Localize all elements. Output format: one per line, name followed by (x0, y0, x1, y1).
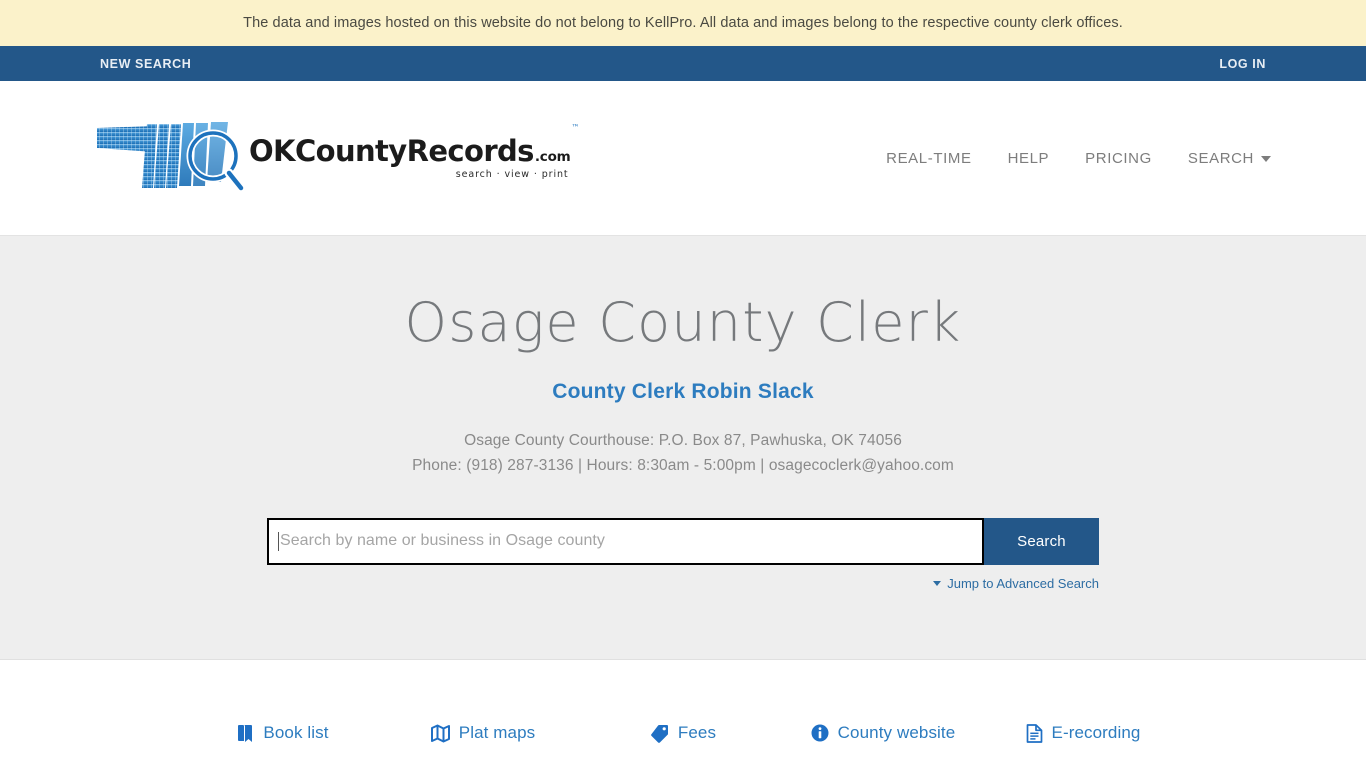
advanced-search-row: Jump to Advanced Search (267, 576, 1099, 591)
document-icon (1026, 723, 1043, 743)
site-logo-link[interactable]: ™ OK County Records .com search · view ·… (95, 116, 580, 201)
quick-links-bar: Book list Plat maps Fees County website … (0, 660, 1366, 768)
quicklink-label: County website (837, 723, 956, 742)
brand-wordmark: ™ OK County Records .com search · view ·… (249, 123, 580, 180)
text-cursor (278, 531, 279, 551)
quicklink-label: Fees (677, 723, 717, 742)
brand-tagline: search · view · print (455, 168, 569, 180)
nav-item-pricing[interactable]: PRICING (1085, 150, 1152, 167)
chevron-down-icon (933, 580, 942, 586)
courthouse-address: Osage County Courthouse: P.O. Box 87, Pa… (464, 432, 902, 450)
nav-item-label: SEARCH (1187, 149, 1254, 167)
nav-item-label: HELP (1007, 149, 1050, 167)
nav-item-real-time[interactable]: REAL-TIME (886, 150, 971, 167)
trademark-symbol: ™ (571, 122, 580, 132)
county-clerk-name: County Clerk Robin Slack (552, 380, 814, 404)
nav-item-search[interactable]: SEARCH (1188, 150, 1271, 167)
brand-dotcom: .com (534, 148, 571, 165)
search-input-placeholder: Search by name or business in Osage coun… (280, 532, 605, 550)
book-icon (237, 724, 254, 743)
search-bar: Search by name or business in Osage coun… (267, 517, 1099, 565)
quicklink-county-website[interactable]: County website (783, 723, 983, 743)
info-circle-icon (811, 724, 829, 742)
notice-text: The data and images hosted on this websi… (243, 15, 1123, 31)
quicklink-e-recording[interactable]: E-recording (983, 723, 1183, 743)
site-notice-banner: The data and images hosted on this websi… (0, 0, 1366, 46)
utility-bar: NEW SEARCH LOG IN (0, 46, 1366, 81)
nav-item-label: PRICING (1085, 149, 1152, 167)
brand-wordmark-row: OK County Records .com (249, 133, 571, 168)
tag-icon (650, 724, 669, 743)
chevron-down-icon (1261, 156, 1271, 162)
nav-item-label: REAL-TIME (886, 149, 972, 167)
jump-to-advanced-search-link[interactable]: Jump to Advanced Search (933, 576, 1099, 591)
nav-item-help[interactable]: HELP (1008, 150, 1050, 167)
quicklink-label: E-recording (1051, 723, 1141, 742)
quicklink-fees[interactable]: Fees (583, 723, 783, 743)
utility-bar-left: NEW SEARCH (100, 57, 191, 71)
log-in-link[interactable]: LOG IN (1219, 57, 1266, 71)
brand-name-records: Records (406, 133, 535, 168)
quicklink-plat-maps[interactable]: Plat maps (383, 723, 583, 743)
hero-section: Osage County Clerk County Clerk Robin Sl… (0, 236, 1366, 660)
map-icon (430, 724, 450, 743)
brand-name-county: County (294, 133, 407, 168)
search-button[interactable]: Search (984, 517, 1099, 565)
quicklink-book-list[interactable]: Book list (183, 723, 383, 743)
brand-name-ok: OK (249, 133, 296, 168)
courthouse-contact: Phone: (918) 287-3136 | Hours: 8:30am - … (412, 457, 954, 475)
advanced-search-label: Jump to Advanced Search (947, 575, 1099, 591)
fanned-pages-logo-icon (95, 116, 246, 201)
page-title: Osage County Clerk (404, 291, 962, 354)
new-search-link[interactable]: NEW SEARCH (100, 57, 191, 71)
search-input[interactable]: Search by name or business in Osage coun… (267, 517, 984, 565)
quicklink-label: Book list (263, 723, 329, 742)
quicklink-label: Plat maps (458, 723, 536, 742)
utility-bar-right: LOG IN (1219, 57, 1266, 71)
main-navigation: REAL-TIME HELP PRICING SEARCH (886, 150, 1271, 167)
masthead: ™ OK County Records .com search · view ·… (0, 81, 1366, 236)
